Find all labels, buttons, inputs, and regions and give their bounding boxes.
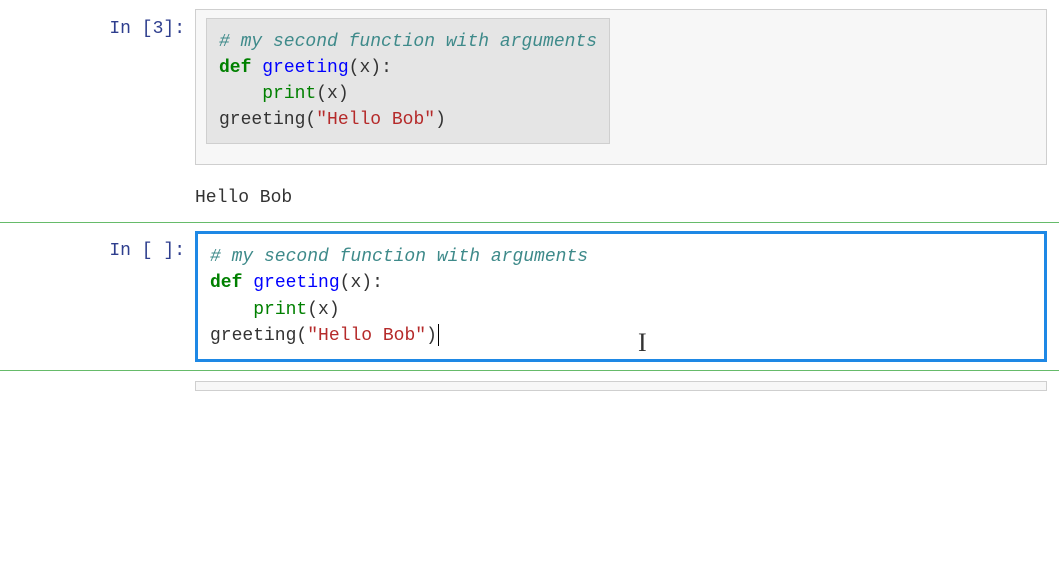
code-comment: # my second function with arguments (219, 32, 597, 52)
output-prompt (0, 188, 195, 208)
code-line[interactable]: greeting("Hello Bob") (210, 323, 1032, 349)
code-call: greeting (210, 326, 296, 346)
code-keyword: def (219, 58, 251, 78)
prompt-suffix: ]: (163, 241, 185, 261)
code-builtin: print (262, 84, 316, 104)
code-editor[interactable]: # my second function with arguments def … (195, 9, 1047, 165)
code-builtin: print (253, 300, 307, 320)
code-comment: # my second function with arguments (210, 247, 588, 267)
prompt-prefix: In [ (109, 241, 152, 261)
code-string: "Hello Bob" (316, 110, 435, 130)
code-string: "Hello Bob" (307, 326, 426, 346)
prompt-prefix: In [ (109, 19, 152, 39)
code-editor-active[interactable]: # my second function with arguments def … (195, 231, 1047, 361)
prompt-exec-count: 3 (153, 19, 164, 39)
code-keyword: def (210, 273, 242, 293)
code-line[interactable]: greeting("Hello Bob") (219, 107, 597, 133)
code-line[interactable]: def greeting(x): (219, 55, 597, 81)
code-line[interactable]: # my second function with arguments (210, 244, 1032, 270)
prompt-suffix: ]: (163, 19, 185, 39)
code-selection[interactable]: # my second function with arguments def … (206, 18, 610, 144)
code-line[interactable]: # my second function with arguments (219, 29, 597, 55)
code-cell-active[interactable]: In [ ]: # my second function with argume… (0, 222, 1059, 370)
code-line[interactable]: print(x) (210, 297, 1032, 323)
input-prompt: In [ ]: (0, 231, 195, 361)
output-text: Hello Bob (195, 188, 292, 208)
code-line[interactable]: def greeting(x): (210, 270, 1032, 296)
input-prompt: In [3]: (0, 9, 195, 165)
code-line[interactable]: print(x) (219, 81, 597, 107)
text-cursor (438, 324, 439, 346)
input-area[interactable]: # my second function with arguments def … (195, 231, 1047, 361)
code-cell[interactable]: In [3]: # my second function with argume… (0, 0, 1059, 174)
input-area[interactable]: # my second function with arguments def … (195, 9, 1047, 165)
code-func-name: greeting (253, 273, 339, 293)
output-cell: Hello Bob (0, 174, 1059, 222)
code-call: greeting (219, 110, 305, 130)
prompt-exec-count (153, 241, 164, 261)
code-func-name: greeting (262, 58, 348, 78)
next-cell-stub[interactable] (195, 381, 1047, 391)
